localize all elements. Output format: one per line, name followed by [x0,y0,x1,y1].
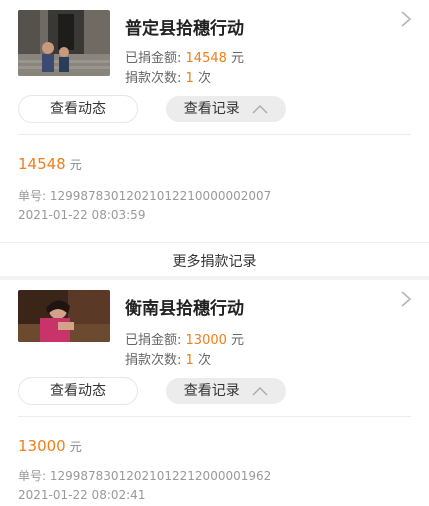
donation-count-unit: 次 [197,71,211,86]
chevron-up-icon [252,387,268,396]
donated-amount-label: 已捐金额: [125,333,182,348]
record-amount-unit: 元 [69,440,82,454]
donated-amount-label: 已捐金额: [125,51,182,66]
donated-amount-unit: 元 [231,333,245,348]
order-number: 单号: 12998783012021012210000002007 [18,189,272,203]
record-amount-value: 13000 [18,437,66,455]
record-amount-value: 14548 [18,155,66,173]
donation-card-2: 衡南县拾穗行动 已捐金额: 13000 元 捐款次数: 1 次 查看动态 查看记… [0,280,429,506]
donated-amount: 已捐金额: 13000 元 [125,329,244,348]
donation-card-1: 普定县拾穗行动 已捐金额: 14548 元 捐款次数: 1 次 查看动态 查看记… [0,0,429,240]
donated-amount-value: 13000 [185,333,227,348]
donation-count-value: 1 [185,71,194,86]
view-records-label: 查看记录 [183,383,240,399]
view-activity-button[interactable]: 查看动态 [18,377,138,405]
divider [0,242,429,243]
chevron-right-icon[interactable] [397,10,415,28]
record-amount: 13000 元 [18,437,82,455]
view-activity-label: 查看动态 [50,101,106,117]
view-records-button[interactable]: 查看记录 [166,96,286,122]
donation-count: 捐款次数: 1 次 [125,67,211,86]
chevron-up-icon [252,105,268,114]
record-amount-unit: 元 [69,158,82,172]
donated-amount: 已捐金额: 14548 元 [125,47,244,66]
donated-amount-value: 14548 [185,51,227,66]
donation-count-unit: 次 [197,353,211,368]
record-amount: 14548 元 [18,155,82,173]
donated-amount-unit: 元 [231,51,245,66]
project-title[interactable]: 衡南县拾穗行动 [125,294,244,319]
divider [18,134,411,135]
order-number: 单号: 12998783012021012212000001962 [18,469,272,483]
view-activity-button[interactable]: 查看动态 [18,95,138,123]
more-records-link[interactable]: 更多捐款记录 [0,251,429,271]
project-thumbnail[interactable] [18,10,110,76]
project-title[interactable]: 普定县拾穗行动 [125,14,244,39]
donation-count-label: 捐款次数: [125,71,182,86]
project-thumbnail[interactable] [18,290,110,342]
view-records-button[interactable]: 查看记录 [166,378,286,404]
donation-count-label: 捐款次数: [125,353,182,368]
donation-count: 捐款次数: 1 次 [125,349,211,368]
chevron-right-icon[interactable] [397,290,415,308]
divider [18,416,411,417]
record-time: 2021-01-22 08:03:59 [18,208,146,222]
record-time: 2021-01-22 08:02:41 [18,488,146,502]
donation-count-value: 1 [185,353,194,368]
view-activity-label: 查看动态 [50,383,106,399]
view-records-label: 查看记录 [183,101,240,117]
